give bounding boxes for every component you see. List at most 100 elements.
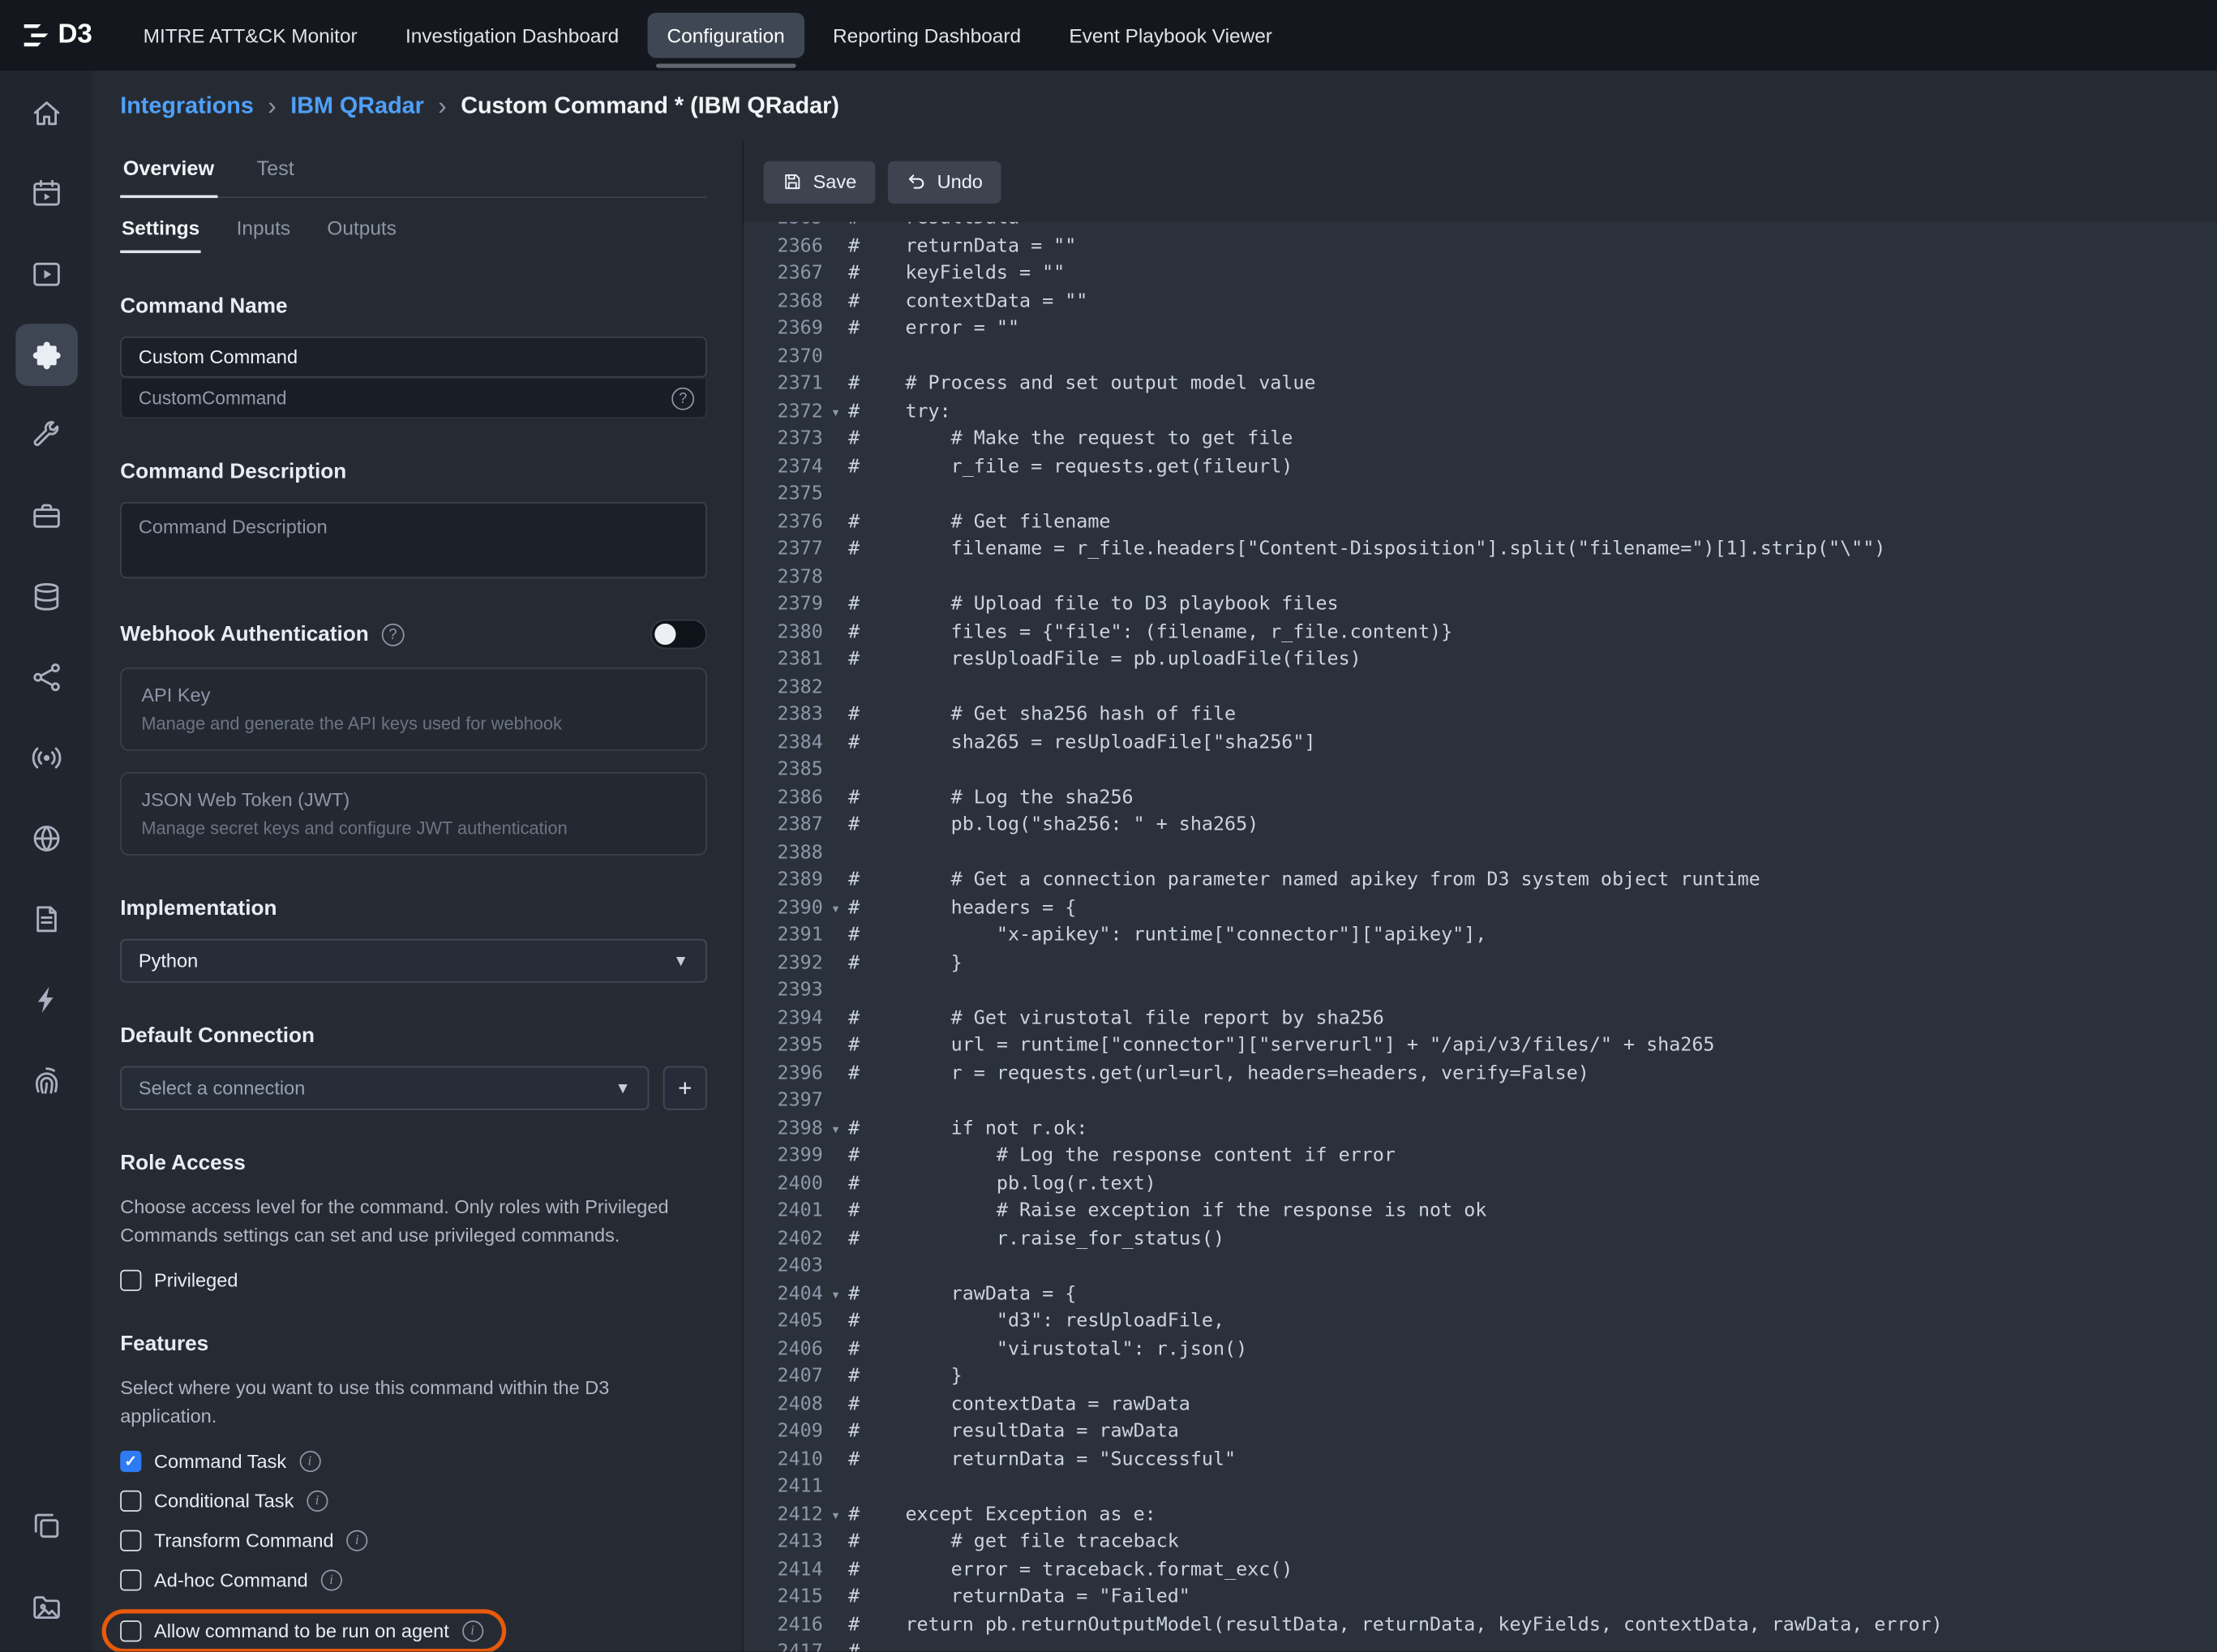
nav-item-investigation-dashboard[interactable]: Investigation Dashboard	[386, 13, 639, 58]
code-line: 2387# pb.log("sha256: " + sha265)	[744, 812, 2217, 839]
fold-spacer	[823, 867, 848, 895]
info-icon[interactable]	[346, 1530, 367, 1551]
fold-spacer	[823, 1556, 848, 1584]
select-value: Python	[139, 950, 198, 972]
nav-item-mitre-att-ck-monitor[interactable]: MITRE ATT&CK Monitor	[123, 13, 377, 58]
feature-row-conditional-task: Conditional Task	[120, 1491, 707, 1512]
video-player-icon[interactable]	[15, 243, 77, 306]
code-line: 2376# # Get filename	[744, 508, 2217, 536]
breadcrumb-integrations[interactable]: Integrations	[120, 92, 254, 119]
code-line: 2411	[744, 1474, 2217, 1501]
briefcase-icon[interactable]	[15, 485, 77, 547]
privileged-row: Privileged	[120, 1270, 707, 1291]
tools-icon[interactable]	[15, 405, 77, 467]
code-text: # returnData = "Successful"	[848, 1446, 1236, 1474]
tab-overview[interactable]: Overview	[120, 158, 217, 198]
home-icon[interactable]	[15, 82, 77, 144]
breadcrumb-custom-command-ibm-qradar: Custom Command * (IBM QRadar)	[461, 92, 839, 119]
fold-spacer	[823, 1336, 848, 1363]
add-connection-button[interactable]: +	[663, 1066, 707, 1110]
d3-logo[interactable]: D3	[19, 19, 92, 50]
tab-settings[interactable]: Settings	[120, 217, 201, 253]
help-icon[interactable]	[671, 387, 694, 410]
fingerprint-icon[interactable]	[15, 1049, 77, 1112]
checkbox-ad-hoc-command[interactable]	[120, 1570, 141, 1591]
webhook-auth-toggle[interactable]	[650, 620, 707, 650]
share-network-icon[interactable]	[15, 646, 77, 709]
document-icon[interactable]	[15, 888, 77, 950]
info-icon[interactable]	[299, 1451, 320, 1472]
feature-row-allow-command-to-be-run-on-agent: Allow command to be run on agent	[102, 1610, 506, 1652]
folder-image-icon[interactable]	[15, 1575, 77, 1637]
database-icon[interactable]	[15, 565, 77, 628]
code-text: # resUploadFile = pb.uploadFile(files)	[848, 646, 1362, 674]
fold-spacer	[823, 812, 848, 839]
fold-spacer	[823, 646, 848, 674]
puzzle-icon[interactable]	[15, 324, 77, 386]
api-key-card[interactable]: API Key Manage and generate the API keys…	[120, 667, 707, 751]
fold-spacer	[823, 508, 848, 536]
code-text: # return pb.returnOutputModel(resultData…	[848, 1611, 1942, 1639]
fold-arrow-icon[interactable]: ▾	[823, 398, 848, 426]
fold-arrow-icon[interactable]: ▾	[823, 1115, 848, 1143]
line-number: 2380	[744, 619, 823, 646]
line-number: 2415	[744, 1584, 823, 1611]
code-text: # # Get filename	[848, 508, 1110, 536]
nav-item-configuration[interactable]: Configuration	[647, 13, 804, 58]
implementation-select[interactable]: Python ▼	[120, 939, 707, 983]
lightning-icon[interactable]	[15, 968, 77, 1031]
nav-item-reporting-dashboard[interactable]: Reporting Dashboard	[813, 13, 1041, 58]
info-icon[interactable]	[307, 1491, 328, 1512]
connection-select[interactable]: Select a connection ▼	[120, 1066, 649, 1110]
info-icon[interactable]	[462, 1621, 483, 1642]
fold-arrow-icon[interactable]: ▾	[823, 1501, 848, 1529]
command-name-input[interactable]	[120, 337, 707, 378]
checkbox-privileged[interactable]	[120, 1270, 141, 1291]
help-icon[interactable]	[381, 623, 404, 646]
checkbox-conditional-task[interactable]	[120, 1491, 141, 1512]
code-line: 2379# # Upload file to D3 playbook files	[744, 591, 2217, 619]
calendar-play-icon[interactable]	[15, 163, 77, 225]
info-icon[interactable]	[320, 1570, 341, 1591]
line-number: 2373	[744, 426, 823, 453]
checkbox-transform-command[interactable]	[120, 1530, 141, 1551]
tab-outputs[interactable]: Outputs	[326, 217, 398, 253]
fold-spacer	[823, 674, 848, 702]
code-line: 2385	[744, 757, 2217, 784]
fold-spacer	[823, 426, 848, 453]
code-line: 2367# keyFields = ""	[744, 260, 2217, 288]
fold-arrow-icon[interactable]: ▾	[823, 1281, 848, 1308]
tab-test[interactable]: Test	[254, 158, 297, 198]
code-text: # # get file traceback	[848, 1529, 1179, 1556]
checkbox-allow-command-to-be-run-on-agent[interactable]	[120, 1621, 141, 1642]
tab-inputs[interactable]: Inputs	[235, 217, 292, 253]
fold-spacer	[823, 453, 848, 481]
content-row: OverviewTest SettingsInputsOutputs Comma…	[92, 141, 2217, 1651]
copy-icon[interactable]	[15, 1495, 77, 1557]
logo-text: D3	[58, 19, 92, 50]
undo-button[interactable]: Undo	[888, 161, 1001, 203]
checkbox-command-task[interactable]	[120, 1451, 141, 1472]
code-text: # # Upload file to D3 playbook files	[848, 591, 1338, 619]
fold-spacer	[823, 564, 848, 591]
breadcrumb-ibm-qradar[interactable]: IBM QRadar	[290, 92, 424, 119]
code-editor[interactable]: 2365# resultData = ""2366# returnData = …	[744, 222, 2217, 1652]
jwt-card[interactable]: JSON Web Token (JWT) Manage secret keys …	[120, 772, 707, 856]
line-number: 2401	[744, 1198, 823, 1225]
nav-item-event-playbook-viewer[interactable]: Event Playbook Viewer	[1049, 13, 1292, 58]
code-line: 2377# filename = r_file.headers["Content…	[744, 536, 2217, 564]
line-number: 2370	[744, 343, 823, 371]
code-line: 2388	[744, 839, 2217, 867]
code-line: 2378	[744, 564, 2217, 591]
fold-arrow-icon[interactable]: ▾	[823, 895, 848, 922]
code-line: 2365# resultData = ""	[744, 222, 2217, 233]
save-button[interactable]: Save	[764, 161, 875, 203]
main-area: Integrations›IBM QRadar›Custom Command *…	[92, 71, 2217, 1651]
globe-icon[interactable]	[15, 808, 77, 870]
fold-spacer	[823, 1363, 848, 1391]
top-navbar: D3 MITRE ATT&CK MonitorInvestigation Das…	[0, 0, 2217, 71]
command-description-input[interactable]	[120, 502, 707, 578]
code-line: 2384# sha265 = resUploadFile["sha256"]	[744, 729, 2217, 757]
broadcast-icon[interactable]	[15, 727, 77, 789]
internal-name-value: CustomCommand	[139, 388, 287, 409]
